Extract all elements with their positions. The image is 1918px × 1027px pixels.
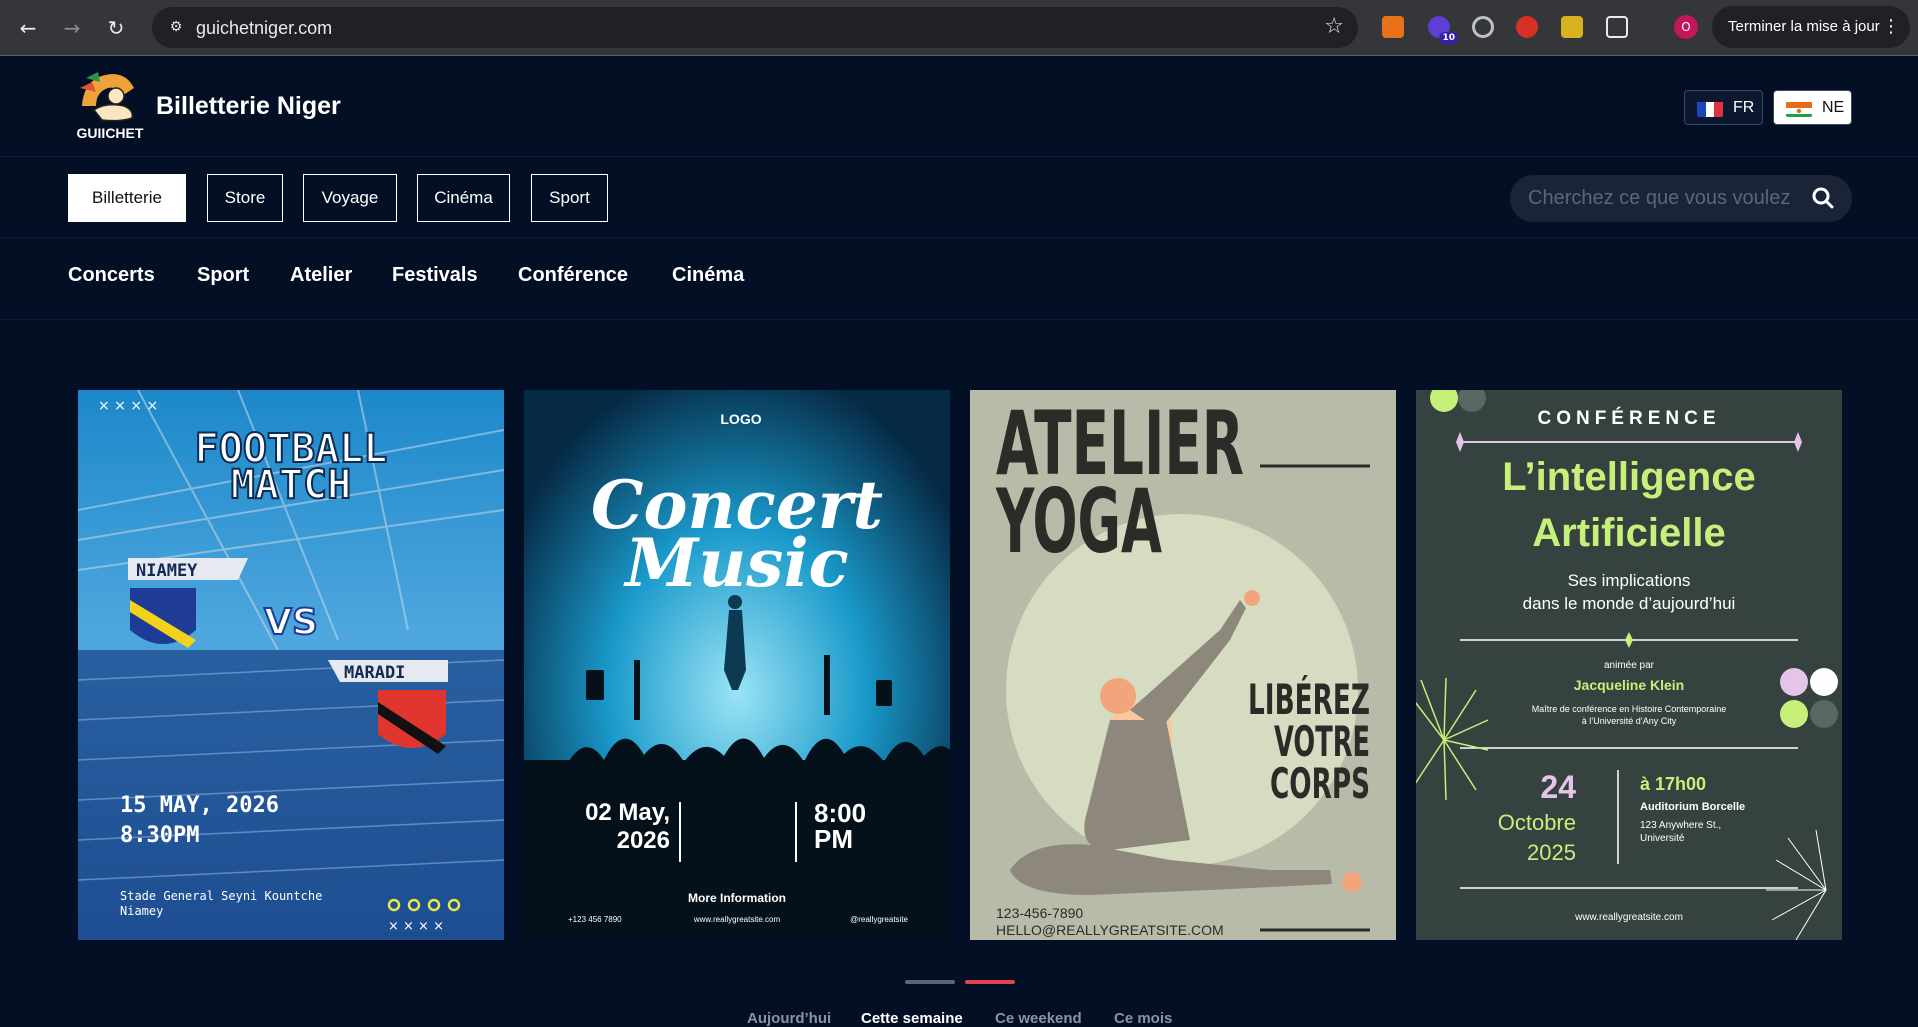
extension-2-icon[interactable]: 10 (1428, 16, 1458, 44)
conference-place: Auditorium Borcelle (1640, 801, 1745, 813)
back-icon[interactable]: ← (12, 12, 44, 44)
extension-5-icon[interactable] (1561, 16, 1583, 38)
poster-conference-ia[interactable]: CONFÉRENCE L’intelligence Artificielle S… (1416, 390, 1842, 940)
conference-role-2: à l’Université d’Any City (1582, 716, 1677, 726)
yoga-tag-3: CORPS (1270, 759, 1370, 808)
menu-kebab-icon[interactable]: ⋮ (1882, 6, 1900, 48)
football-time: 8:30PM (120, 823, 199, 848)
conference-month: Octobre (1498, 810, 1576, 835)
concert-more-info: More Information (688, 891, 786, 905)
carousel-dot-1[interactable] (905, 980, 955, 984)
conference-kicker: CONFÉRENCE (1537, 407, 1720, 429)
lang-fr-button[interactable]: FR (1684, 90, 1763, 125)
conference-time: à 17h00 (1640, 774, 1706, 794)
conference-role-1: Maître de conférence en Histoire Contemp… (1532, 704, 1727, 714)
concert-logo: LOGO (720, 411, 761, 427)
profile-avatar[interactable]: O (1674, 15, 1698, 39)
yoga-phone: 123-456-7890 (996, 905, 1083, 921)
lang-ne-button[interactable]: NE (1773, 90, 1852, 125)
address-bar[interactable]: ⚙ guichetniger.com ☆ (152, 7, 1358, 48)
conference-speaker: Jacqueline Klein (1574, 677, 1684, 693)
forward-icon[interactable]: → (56, 12, 88, 44)
football-title-2: MATCH (231, 462, 351, 508)
subnav-cinema[interactable]: Cinéma (672, 264, 744, 287)
conference-year: 2025 (1527, 840, 1576, 865)
concert-social: @reallygreatsite (850, 915, 908, 924)
poster-concert-music[interactable]: LOGO Concert Music 02 May, 2026 8:00 PM … (524, 390, 950, 940)
carousel-dot-2[interactable] (965, 980, 1015, 984)
filter-this-month[interactable]: Ce mois (1114, 1010, 1172, 1027)
football-date: 15 MAY, 2026 (120, 793, 279, 818)
niger-flag-icon (1786, 99, 1812, 117)
poster-football-match[interactable]: × × × × FOOTBALL MATCH NIAMEY VS MARADI … (78, 390, 504, 940)
concert-site: www.reallygreatsite.com (693, 915, 781, 924)
filter-today[interactable]: Aujourd’hui (747, 1010, 831, 1027)
vs-label: VS (264, 602, 318, 643)
concert-time-2: PM (814, 824, 853, 854)
category-billetterie[interactable]: Billetterie (68, 174, 186, 222)
football-venue: Stade General Seyni Kountche (120, 889, 322, 903)
category-sport[interactable]: Sport (531, 174, 608, 222)
category-bar: Billetterie Store Voyage Cinéma Sport (0, 157, 1918, 238)
extension-badge: 10 (1439, 32, 1458, 44)
reload-icon[interactable]: ↻ (100, 12, 132, 44)
category-store[interactable]: Store (207, 174, 283, 222)
update-label: Terminer la mise à jour (1728, 18, 1880, 35)
filter-this-weekend[interactable]: Ce weekend (995, 1010, 1082, 1027)
concert-phone: +123 456 7890 (568, 915, 622, 924)
extensions-puzzle-icon[interactable] (1606, 16, 1628, 38)
site-header: GUIICHET Billetterie Niger FR NE (0, 56, 1918, 157)
browser-toolbar: ← → ↻ ⚙ guichetniger.com ☆ 10 O Terminer… (0, 0, 1918, 56)
extension-3-icon[interactable] (1472, 16, 1494, 38)
concert-title-2: Music (623, 524, 848, 602)
concert-date-1: 02 May, (585, 799, 670, 826)
svg-text:× × × ×: × × × × (388, 919, 444, 934)
subnav-atelier[interactable]: Atelier (290, 264, 352, 287)
team-2-name: MARADI (344, 663, 405, 683)
conference-site: www.reallygreatsite.com (1574, 912, 1683, 923)
conference-title-2: Artificielle (1532, 511, 1725, 555)
update-browser-button[interactable]: Terminer la mise à jour ⋮ (1712, 6, 1910, 48)
conference-day: 24 (1540, 769, 1576, 805)
concert-date-2: 2026 (617, 827, 670, 854)
subnav-concerts[interactable]: Concerts (68, 264, 155, 287)
category-voyage[interactable]: Voyage (303, 174, 397, 222)
yoga-title-2: YOGA (995, 470, 1162, 573)
conference-addr-2: Université (1640, 833, 1685, 844)
subnav-festivals[interactable]: Festivals (392, 264, 478, 287)
logo-text: GUIICHET (77, 125, 144, 141)
subnav-sport[interactable]: Sport (197, 264, 249, 287)
brand-title[interactable]: Billetterie Niger (156, 92, 341, 121)
conference-sub-2: dans le monde d’aujourd’hui (1523, 594, 1736, 613)
event-type-nav: Concerts Sport Atelier Festivals Confére… (0, 238, 1918, 320)
search-icon[interactable] (1812, 187, 1834, 209)
lang-ne-label: NE (1822, 99, 1845, 116)
svg-text:× × × ×: × × × × (98, 398, 158, 414)
yoga-email: HELLO@REALLYGREATSITE.COM (996, 922, 1224, 938)
filter-this-week[interactable]: Cette semaine (861, 1010, 963, 1027)
conference-addr-1: 123 Anywhere St., (1640, 820, 1721, 831)
conference-sub-1: Ses implications (1568, 571, 1691, 590)
search-box (1510, 175, 1852, 222)
search-input[interactable] (1528, 175, 1798, 222)
url-text[interactable]: guichetniger.com (196, 18, 332, 39)
extension-1-icon[interactable] (1382, 16, 1404, 38)
extension-4-icon[interactable] (1516, 16, 1538, 38)
site-info-icon[interactable]: ⚙ (166, 17, 186, 37)
team-1-name: NIAMEY (136, 561, 198, 581)
category-cinema[interactable]: Cinéma (417, 174, 510, 222)
conference-title-1: L’intelligence (1502, 455, 1755, 499)
lang-fr-label: FR (1733, 99, 1755, 116)
conference-hosted: animée par (1604, 660, 1655, 671)
poster-atelier-yoga[interactable]: ATELIER YOGA LIBÉREZ VOTRE CORPS 123-456… (970, 390, 1396, 940)
subnav-conference[interactable]: Conférence (518, 264, 628, 287)
france-flag-icon (1697, 99, 1723, 117)
football-city: Niamey (120, 904, 163, 918)
guichet-logo[interactable]: GUIICHET (72, 66, 148, 142)
bookmark-star-icon[interactable]: ☆ (1324, 14, 1344, 39)
